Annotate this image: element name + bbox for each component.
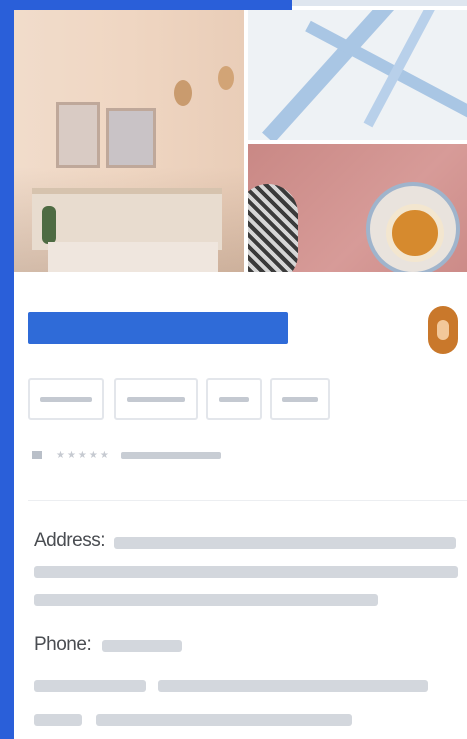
address-value[interactable] bbox=[34, 566, 458, 578]
place-marker-icon[interactable] bbox=[428, 306, 458, 354]
phone-value[interactable] bbox=[102, 640, 182, 652]
chip[interactable] bbox=[206, 378, 262, 420]
review-count[interactable] bbox=[120, 451, 221, 459]
phone-label: Phone: bbox=[34, 634, 92, 655]
pendant-lamp bbox=[218, 66, 234, 90]
place-card: ★★★★★ Address: Phone: bbox=[14, 10, 467, 739]
info-line bbox=[34, 714, 82, 726]
rating-value bbox=[32, 451, 42, 459]
wall-frame-left bbox=[56, 102, 100, 168]
coffee-cup bbox=[386, 204, 444, 262]
panel-frame-top-right bbox=[292, 0, 467, 6]
rating-row: ★★★★★ bbox=[32, 448, 221, 462]
place-marker-inner bbox=[437, 320, 449, 340]
chip[interactable] bbox=[114, 378, 198, 420]
info-line bbox=[158, 680, 428, 692]
address-label: Address: bbox=[34, 530, 105, 551]
chip[interactable] bbox=[270, 378, 330, 420]
info-line bbox=[96, 714, 352, 726]
basket bbox=[248, 184, 298, 272]
place-title bbox=[28, 312, 288, 344]
rating-stars: ★★★★★ bbox=[56, 449, 111, 461]
address-value[interactable] bbox=[34, 594, 378, 606]
wall-frame-right bbox=[106, 108, 156, 168]
info-line bbox=[34, 680, 146, 692]
photo-interior[interactable] bbox=[14, 10, 244, 272]
section-divider bbox=[28, 500, 467, 501]
photo-map-thumbnail[interactable] bbox=[248, 10, 467, 140]
pendant-lamp bbox=[174, 80, 192, 106]
chip[interactable] bbox=[28, 378, 104, 420]
counter bbox=[48, 242, 218, 272]
plant bbox=[42, 206, 56, 244]
address-value[interactable] bbox=[114, 537, 456, 549]
shelf bbox=[32, 188, 222, 250]
map-road bbox=[262, 10, 462, 140]
panel-frame-left bbox=[0, 0, 14, 739]
panel-frame-top bbox=[0, 0, 292, 10]
photo-coffee[interactable] bbox=[248, 144, 467, 272]
